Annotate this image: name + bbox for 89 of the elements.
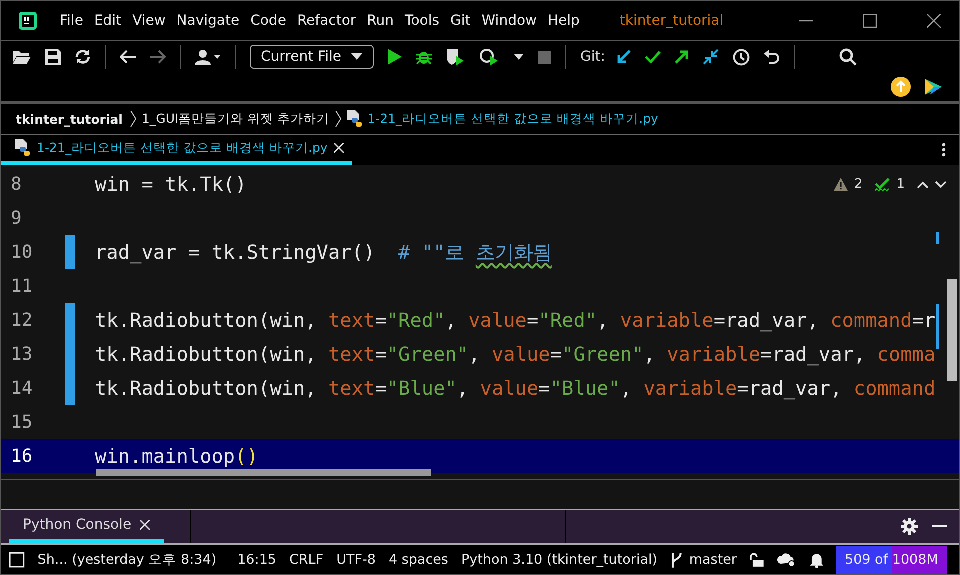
menu-item[interactable]: Refactor <box>297 12 356 28</box>
typo-count: 1 <box>896 177 905 192</box>
coverage-icon[interactable] <box>446 48 466 66</box>
tab-label: 1-21_라디오버튼 선택한 값으로 배경색 바꾸기.py <box>37 140 328 156</box>
merge-arrows-icon[interactable] <box>703 49 720 65</box>
line-number: 8 <box>10 174 23 194</box>
tool-window-tab[interactable]: Python Console <box>9 510 164 543</box>
forward-arrow-icon[interactable] <box>150 50 166 64</box>
warning-count: 2 <box>854 177 863 192</box>
clock-icon[interactable] <box>733 48 750 66</box>
save-icon[interactable] <box>45 49 61 65</box>
memory-usage: 509 of 1008M <box>845 552 938 568</box>
line-number: 9 <box>10 208 23 228</box>
menu-item[interactable]: Navigate <box>176 12 240 28</box>
run-icon[interactable] <box>388 49 402 65</box>
update-arrow-icon[interactable] <box>617 50 632 64</box>
commit-check-icon[interactable] <box>645 51 662 63</box>
bell-icon[interactable] <box>810 552 824 568</box>
code-line: tk.Radiobutton(win, text="Blue", value="Blue", variable=rad_var, command <box>95 376 936 400</box>
scrollbar-thumb[interactable] <box>96 469 431 476</box>
tab-label: Python Console <box>23 516 132 532</box>
line-number: 11 <box>10 276 34 296</box>
menu-item[interactable]: File <box>60 12 84 28</box>
plugin-logo-icon[interactable] <box>923 77 943 97</box>
code-line: win.mainloop() <box>95 444 258 468</box>
interpreter[interactable]: Python 3.10 (tkinter_tutorial) <box>461 552 658 568</box>
update-badge-icon[interactable] <box>891 77 911 97</box>
app-logo-icon <box>18 10 38 30</box>
profile-icon[interactable] <box>480 48 500 66</box>
run-config-dropdown[interactable]: Current File <box>250 45 374 69</box>
code-line: rad_var = tk.StringVar() # ""로 초기화됨 <box>95 240 552 266</box>
close-icon[interactable] <box>927 14 941 28</box>
push-arrow-icon[interactable] <box>675 50 690 64</box>
undo-icon[interactable] <box>764 50 780 64</box>
typo-check-icon <box>874 178 891 192</box>
caret-position[interactable]: 16:15 <box>238 552 276 568</box>
menu-item[interactable]: Code <box>250 12 286 28</box>
unlocked-icon[interactable] <box>750 553 764 567</box>
panel-toggle-icon[interactable] <box>9 552 25 568</box>
vcs-message[interactable]: Sh... (yesterday 오후 8:34) <box>38 551 217 569</box>
line-separator[interactable]: CRLF <box>290 552 324 568</box>
memory-indicator[interactable]: 509 of 1008M <box>836 546 947 574</box>
line-number: 14 <box>10 378 34 398</box>
menu-item[interactable]: Edit <box>94 12 122 28</box>
menu-item[interactable]: Tools <box>405 12 440 28</box>
file-encoding[interactable]: UTF-8 <box>336 552 376 568</box>
line-number: 13 <box>10 344 34 364</box>
breadcrumb-item[interactable]: tkinter_tutorial <box>16 112 123 126</box>
git-label: Git: <box>580 49 606 65</box>
branch-icon <box>670 552 682 568</box>
breadcrumb-item[interactable]: 1_GUI폼만들기와 위젯 추가하기 <box>142 110 330 128</box>
back-arrow-icon[interactable] <box>120 50 136 64</box>
menu-item[interactable]: Git <box>450 12 471 28</box>
menu-item[interactable]: View <box>132 12 166 28</box>
code-line: win = tk.Tk() <box>95 172 247 196</box>
bug-icon[interactable] <box>416 49 432 65</box>
user-dropdown-icon[interactable] <box>195 49 221 65</box>
cloud-gear-icon[interactable] <box>776 552 797 568</box>
folder-icon[interactable] <box>13 50 31 64</box>
menu-item[interactable]: Help <box>548 12 580 28</box>
settings-icon[interactable] <box>901 518 918 535</box>
minimize-icon[interactable] <box>932 525 947 528</box>
indent-setting[interactable]: 4 spaces <box>388 552 448 568</box>
chevron-icon <box>130 111 137 127</box>
scrollbar-thumb[interactable] <box>947 279 957 381</box>
line-number: 16 <box>10 446 34 466</box>
warning-icon <box>834 178 848 191</box>
search-icon[interactable] <box>839 48 858 66</box>
breadcrumb-item[interactable]: 1-21_라디오버튼 선택한 값으로 배경색 바꾸기.py <box>368 110 658 128</box>
caret-icon <box>351 53 364 61</box>
caret-icon[interactable] <box>514 54 524 60</box>
python-file-icon <box>346 110 363 128</box>
code-line: tk.Radiobutton(win, text="Red", value="Red", variable=rad_var, command=r <box>95 308 936 332</box>
chevron-up-icon[interactable] <box>917 180 929 188</box>
code-line: tk.Radiobutton(win, text="Green", value="Green", variable=rad_var, comma <box>95 342 936 366</box>
window-title: tkinter_tutorial <box>620 12 724 28</box>
python-file-icon <box>15 139 31 157</box>
sync-icon[interactable] <box>75 49 91 65</box>
chevron-down-icon[interactable] <box>935 180 947 188</box>
line-number: 10 <box>10 242 34 262</box>
line-number: 15 <box>10 412 34 432</box>
maximize-icon[interactable] <box>863 14 877 28</box>
git-branch[interactable]: master <box>689 552 737 568</box>
chevron-icon <box>334 111 342 127</box>
more-options-icon[interactable] <box>942 143 946 157</box>
stop-icon <box>538 50 552 64</box>
menu-item[interactable]: Window <box>482 12 537 28</box>
line-number: 12 <box>10 310 34 330</box>
menu-item[interactable]: Run <box>367 12 394 28</box>
